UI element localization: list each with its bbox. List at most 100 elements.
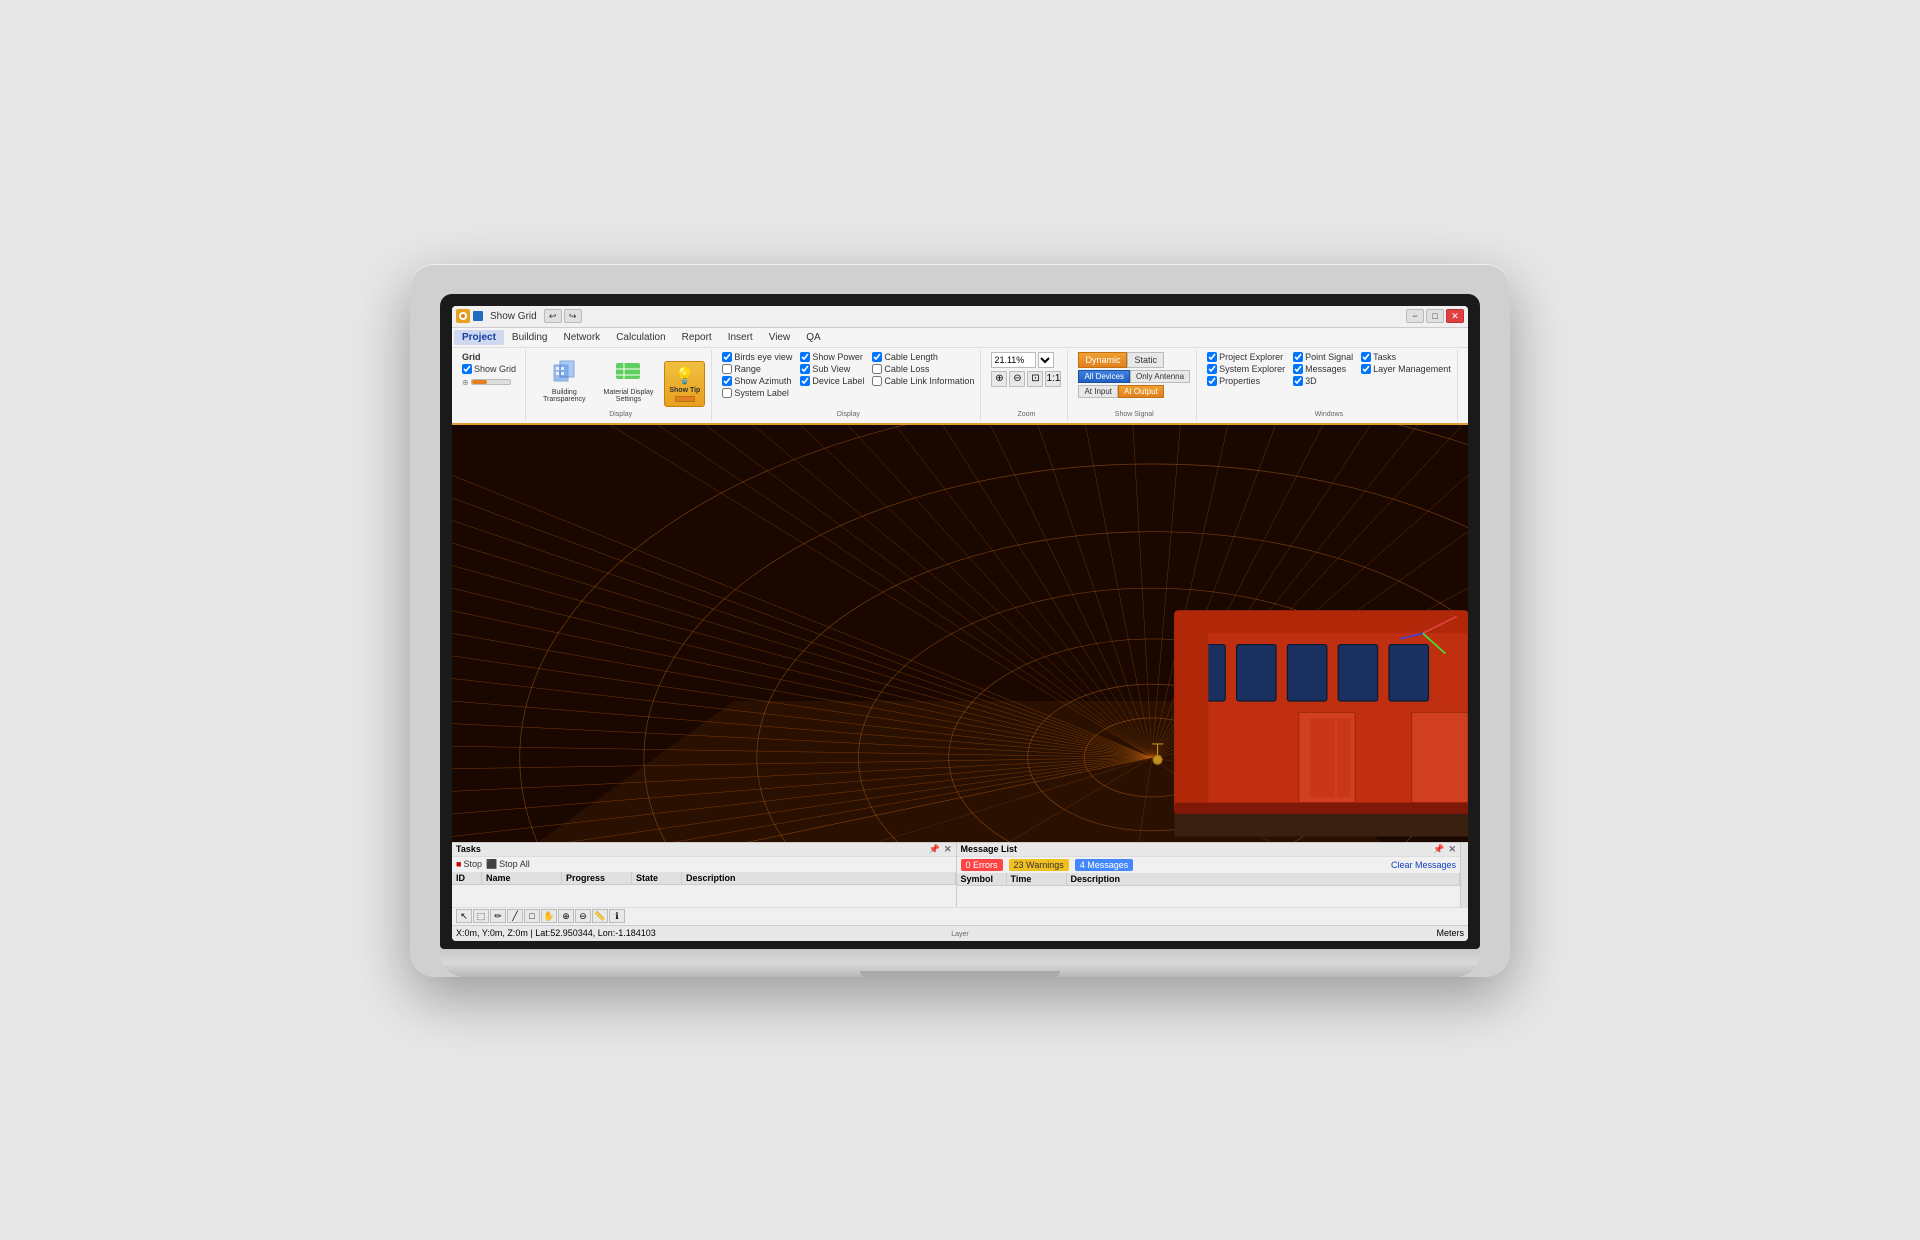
stop-button[interactable]: ■ Stop <box>456 859 482 870</box>
tool-pointer[interactable]: ↖ <box>456 909 472 923</box>
static-button[interactable]: Static <box>1127 352 1164 368</box>
tool-measure[interactable]: 📏 <box>592 909 608 923</box>
tasks-close-icon[interactable]: ✕ <box>944 844 952 855</box>
zoom-input[interactable] <box>991 352 1036 368</box>
tasks-col-description: Description <box>682 872 956 884</box>
main-viewport[interactable] <box>452 425 1468 842</box>
undo-redo-area: ↩ ↪ <box>544 309 582 323</box>
message-close-icon[interactable]: ✕ <box>1448 844 1456 855</box>
messages-badge[interactable]: 4 Messages <box>1075 859 1134 871</box>
tool-pan[interactable]: ✋ <box>541 909 557 923</box>
signal-toggle: Dynamic Static <box>1078 352 1164 368</box>
system-explorer-cb-row: System Explorer <box>1207 364 1285 374</box>
panel-scrollbar[interactable] <box>1460 843 1468 907</box>
zoom-fit-button[interactable]: ⊡ <box>1027 371 1043 387</box>
menu-item-report[interactable]: Report <box>674 330 720 345</box>
title-bar: Show Grid ↩ ↪ − □ ✕ <box>452 306 1468 328</box>
undo-button[interactable]: ↩ <box>544 309 562 323</box>
show-grid-checkbox[interactable] <box>462 364 472 374</box>
tasks-col-state: State <box>632 872 682 884</box>
3d-label: 3D <box>1305 376 1317 386</box>
layer-group-label: Grid <box>462 352 519 362</box>
sub-view-checkbox[interactable] <box>800 364 810 374</box>
minimize-button[interactable]: − <box>1406 309 1424 323</box>
window-controls: − □ ✕ <box>1406 309 1464 323</box>
view-options-footer: Display <box>716 411 980 418</box>
cable-loss-checkbox[interactable] <box>872 364 882 374</box>
maximize-button[interactable]: □ <box>1426 309 1444 323</box>
device-label-cb-row: Device Label <box>800 376 864 386</box>
message-panel-title: Message List <box>961 844 1018 854</box>
msg-col-symbol: Symbol <box>957 873 1007 885</box>
tasks-dock-icon[interactable]: 📌 <box>929 844 940 855</box>
cable-length-checkbox[interactable] <box>872 352 882 362</box>
tool-select[interactable]: ⬚ <box>473 909 489 923</box>
project-explorer-label: Project Explorer <box>1219 352 1283 362</box>
show-tip-icon: 💡 <box>675 366 695 386</box>
laptop-outer: Show Grid ↩ ↪ − □ ✕ Project B <box>410 264 1510 977</box>
sub-view-cb-row: Sub View <box>800 364 864 374</box>
system-label-checkbox[interactable] <box>722 388 732 398</box>
layer-management-label: Layer Management <box>1373 364 1451 374</box>
warnings-badge[interactable]: 23 Warnings <box>1009 859 1069 871</box>
menu-item-building[interactable]: Building <box>504 330 556 345</box>
3d-checkbox[interactable] <box>1293 376 1303 386</box>
cable-link-info-checkbox[interactable] <box>872 376 882 386</box>
tasks-checkbox[interactable] <box>1361 352 1371 362</box>
menu-item-project[interactable]: Project <box>454 330 504 345</box>
show-grid-cb-row: Show Grid <box>462 364 519 374</box>
app-window: Show Grid ↩ ↪ − □ ✕ Project B <box>452 306 1468 941</box>
menu-item-qa[interactable]: QA <box>798 330 828 345</box>
dynamic-button[interactable]: Dynamic <box>1078 352 1127 368</box>
tool-info[interactable]: ℹ <box>609 909 625 923</box>
cable-link-info-cb-row: Cable Link Information <box>872 376 974 386</box>
menu-item-calculation[interactable]: Calculation <box>608 330 673 345</box>
close-button[interactable]: ✕ <box>1446 309 1464 323</box>
errors-badge[interactable]: 0 Errors <box>961 859 1003 871</box>
show-power-cb-row: Show Power <box>800 352 864 362</box>
tasks-label: Tasks <box>1373 352 1396 362</box>
at-input-button[interactable]: At Input <box>1078 385 1118 398</box>
stop-all-button[interactable]: ⬛ Stop All <box>486 859 530 870</box>
clear-messages-button[interactable]: Clear Messages <box>1391 860 1456 870</box>
system-explorer-checkbox[interactable] <box>1207 364 1217 374</box>
tool-line[interactable]: ╱ <box>507 909 523 923</box>
ribbon-view-options-group: Birds eye view Range Show Azimuth <box>716 350 981 421</box>
menu-item-insert[interactable]: Insert <box>720 330 761 345</box>
messages-checkbox[interactable] <box>1293 364 1303 374</box>
zoom-out-button[interactable]: ⊖ <box>1009 371 1025 387</box>
menu-item-view[interactable]: View <box>761 330 799 345</box>
system-label-label: System Label <box>734 388 789 398</box>
show-tip-button[interactable]: 💡 Show Tip <box>664 361 705 407</box>
show-power-checkbox[interactable] <box>800 352 810 362</box>
redo-button[interactable]: ↪ <box>564 309 582 323</box>
only-antenna-button[interactable]: Only Antenna <box>1130 370 1190 383</box>
zoom-in-button[interactable]: ⊕ <box>991 371 1007 387</box>
tool-draw[interactable]: ✏ <box>490 909 506 923</box>
menu-item-network[interactable]: Network <box>556 330 609 345</box>
properties-label: Properties <box>1219 376 1260 386</box>
device-label-checkbox[interactable] <box>800 376 810 386</box>
building-transparency-button[interactable]: BuildingTransparency <box>536 352 593 407</box>
tasks-table-header: ID Name Progress State Description <box>452 872 956 885</box>
tool-zoom-out[interactable]: ⊖ <box>575 909 591 923</box>
tasks-cb-row: Tasks <box>1361 352 1451 362</box>
material-display-button[interactable]: Material DisplaySettings <box>597 352 661 407</box>
properties-checkbox[interactable] <box>1207 376 1217 386</box>
birds-eye-checkbox[interactable] <box>722 352 732 362</box>
all-devices-button[interactable]: All Devices <box>1078 370 1130 383</box>
tool-rect[interactable]: □ <box>524 909 540 923</box>
tool-zoom-in[interactable]: ⊕ <box>558 909 574 923</box>
point-signal-checkbox[interactable] <box>1293 352 1303 362</box>
msg-col-time: Time <box>1007 873 1067 885</box>
message-dock-icon[interactable]: 📌 <box>1433 844 1444 855</box>
show-azimuth-checkbox[interactable] <box>722 376 732 386</box>
zoom-select[interactable]: ▼ <box>1038 352 1054 368</box>
range-checkbox[interactable] <box>722 364 732 374</box>
zoom-1-1-button[interactable]: 1:1 <box>1045 371 1061 387</box>
project-explorer-checkbox[interactable] <box>1207 352 1217 362</box>
layer-management-checkbox[interactable] <box>1361 364 1371 374</box>
birds-eye-cb-row: Birds eye view <box>722 352 792 362</box>
at-output-button[interactable]: At Output <box>1118 385 1164 398</box>
signal-group-footer: Show Signal <box>1072 411 1196 418</box>
